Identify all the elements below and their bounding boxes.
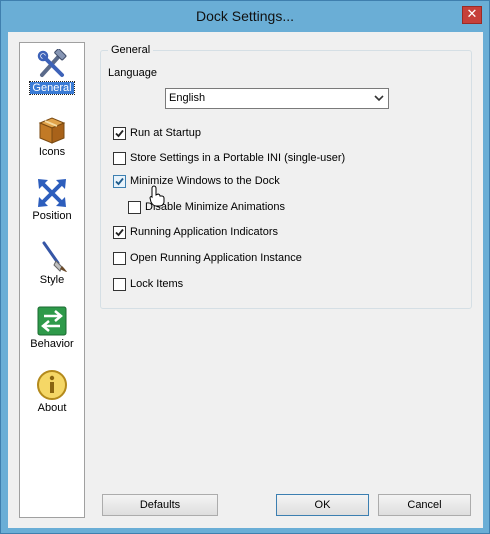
sidebar-item-label: Icons: [38, 146, 66, 158]
chevron-down-icon: [374, 95, 384, 102]
box-icon: [38, 117, 66, 144]
sidebar-item-icons[interactable]: Icons: [20, 111, 84, 173]
checkbox-box[interactable]: [128, 201, 141, 214]
sidebar-item-about[interactable]: About: [20, 367, 84, 429]
sidebar-item-label: Style: [39, 274, 65, 286]
checkbox-label: Lock Items: [130, 278, 184, 290]
sidebar-item-label: Position: [32, 210, 72, 222]
sidebar-item-behavior[interactable]: Behavior: [20, 303, 84, 365]
close-icon: ✕: [466, 7, 478, 22]
checkbox-label: Disable Minimize Animations: [145, 201, 285, 213]
language-value: English: [169, 92, 206, 104]
dock-settings-window: Dock Settings... ✕ General Icons Positio…: [0, 0, 490, 534]
groupbox-title: General: [108, 44, 154, 56]
sidebar-item-position[interactable]: Position: [20, 175, 84, 237]
sidebar-item-general[interactable]: General: [20, 47, 84, 109]
swap-arrows-icon: [37, 306, 67, 336]
title-bar[interactable]: Dock Settings... ✕: [1, 1, 489, 32]
checkbox-box[interactable]: [113, 278, 126, 291]
checkbox-box[interactable]: [113, 152, 126, 165]
checkmark-icon: [115, 129, 124, 138]
checkbox-box[interactable]: [113, 175, 126, 188]
language-select[interactable]: English: [165, 88, 389, 109]
sidebar-item-label: General: [29, 81, 75, 95]
checkbox-box[interactable]: [113, 252, 126, 265]
language-label: Language: [108, 67, 157, 79]
sidebar-item-label: About: [37, 402, 67, 414]
cancel-button[interactable]: Cancel: [378, 494, 471, 516]
dialog-body: General Icons Position Style Behavior Ab…: [8, 32, 483, 528]
info-icon: [37, 370, 67, 400]
brush-icon: [42, 241, 67, 272]
checkbox-label: Run at Startup: [130, 127, 201, 139]
tools-icon: [37, 49, 67, 77]
close-button[interactable]: ✕: [462, 6, 482, 24]
category-sidebar: General Icons Position Style Behavior Ab…: [19, 42, 85, 518]
checkbox-label: Open Running Application Instance: [130, 252, 302, 264]
checkbox-box[interactable]: [113, 127, 126, 140]
checkbox-label: Running Application Indicators: [130, 226, 278, 238]
ok-button[interactable]: OK: [276, 494, 369, 516]
mouse-cursor-icon: [149, 185, 165, 207]
defaults-button[interactable]: Defaults: [102, 494, 218, 516]
move-arrows-icon: [38, 179, 66, 207]
window-title: Dock Settings...: [195, 8, 295, 24]
sidebar-item-label: Behavior: [30, 338, 74, 350]
checkbox-label: Store Settings in a Portable INI (single…: [130, 152, 346, 164]
sidebar-item-style[interactable]: Style: [20, 239, 84, 301]
checkmark-icon: [115, 228, 124, 237]
checkbox-box[interactable]: [113, 226, 126, 239]
checkmark-icon: [115, 177, 124, 186]
